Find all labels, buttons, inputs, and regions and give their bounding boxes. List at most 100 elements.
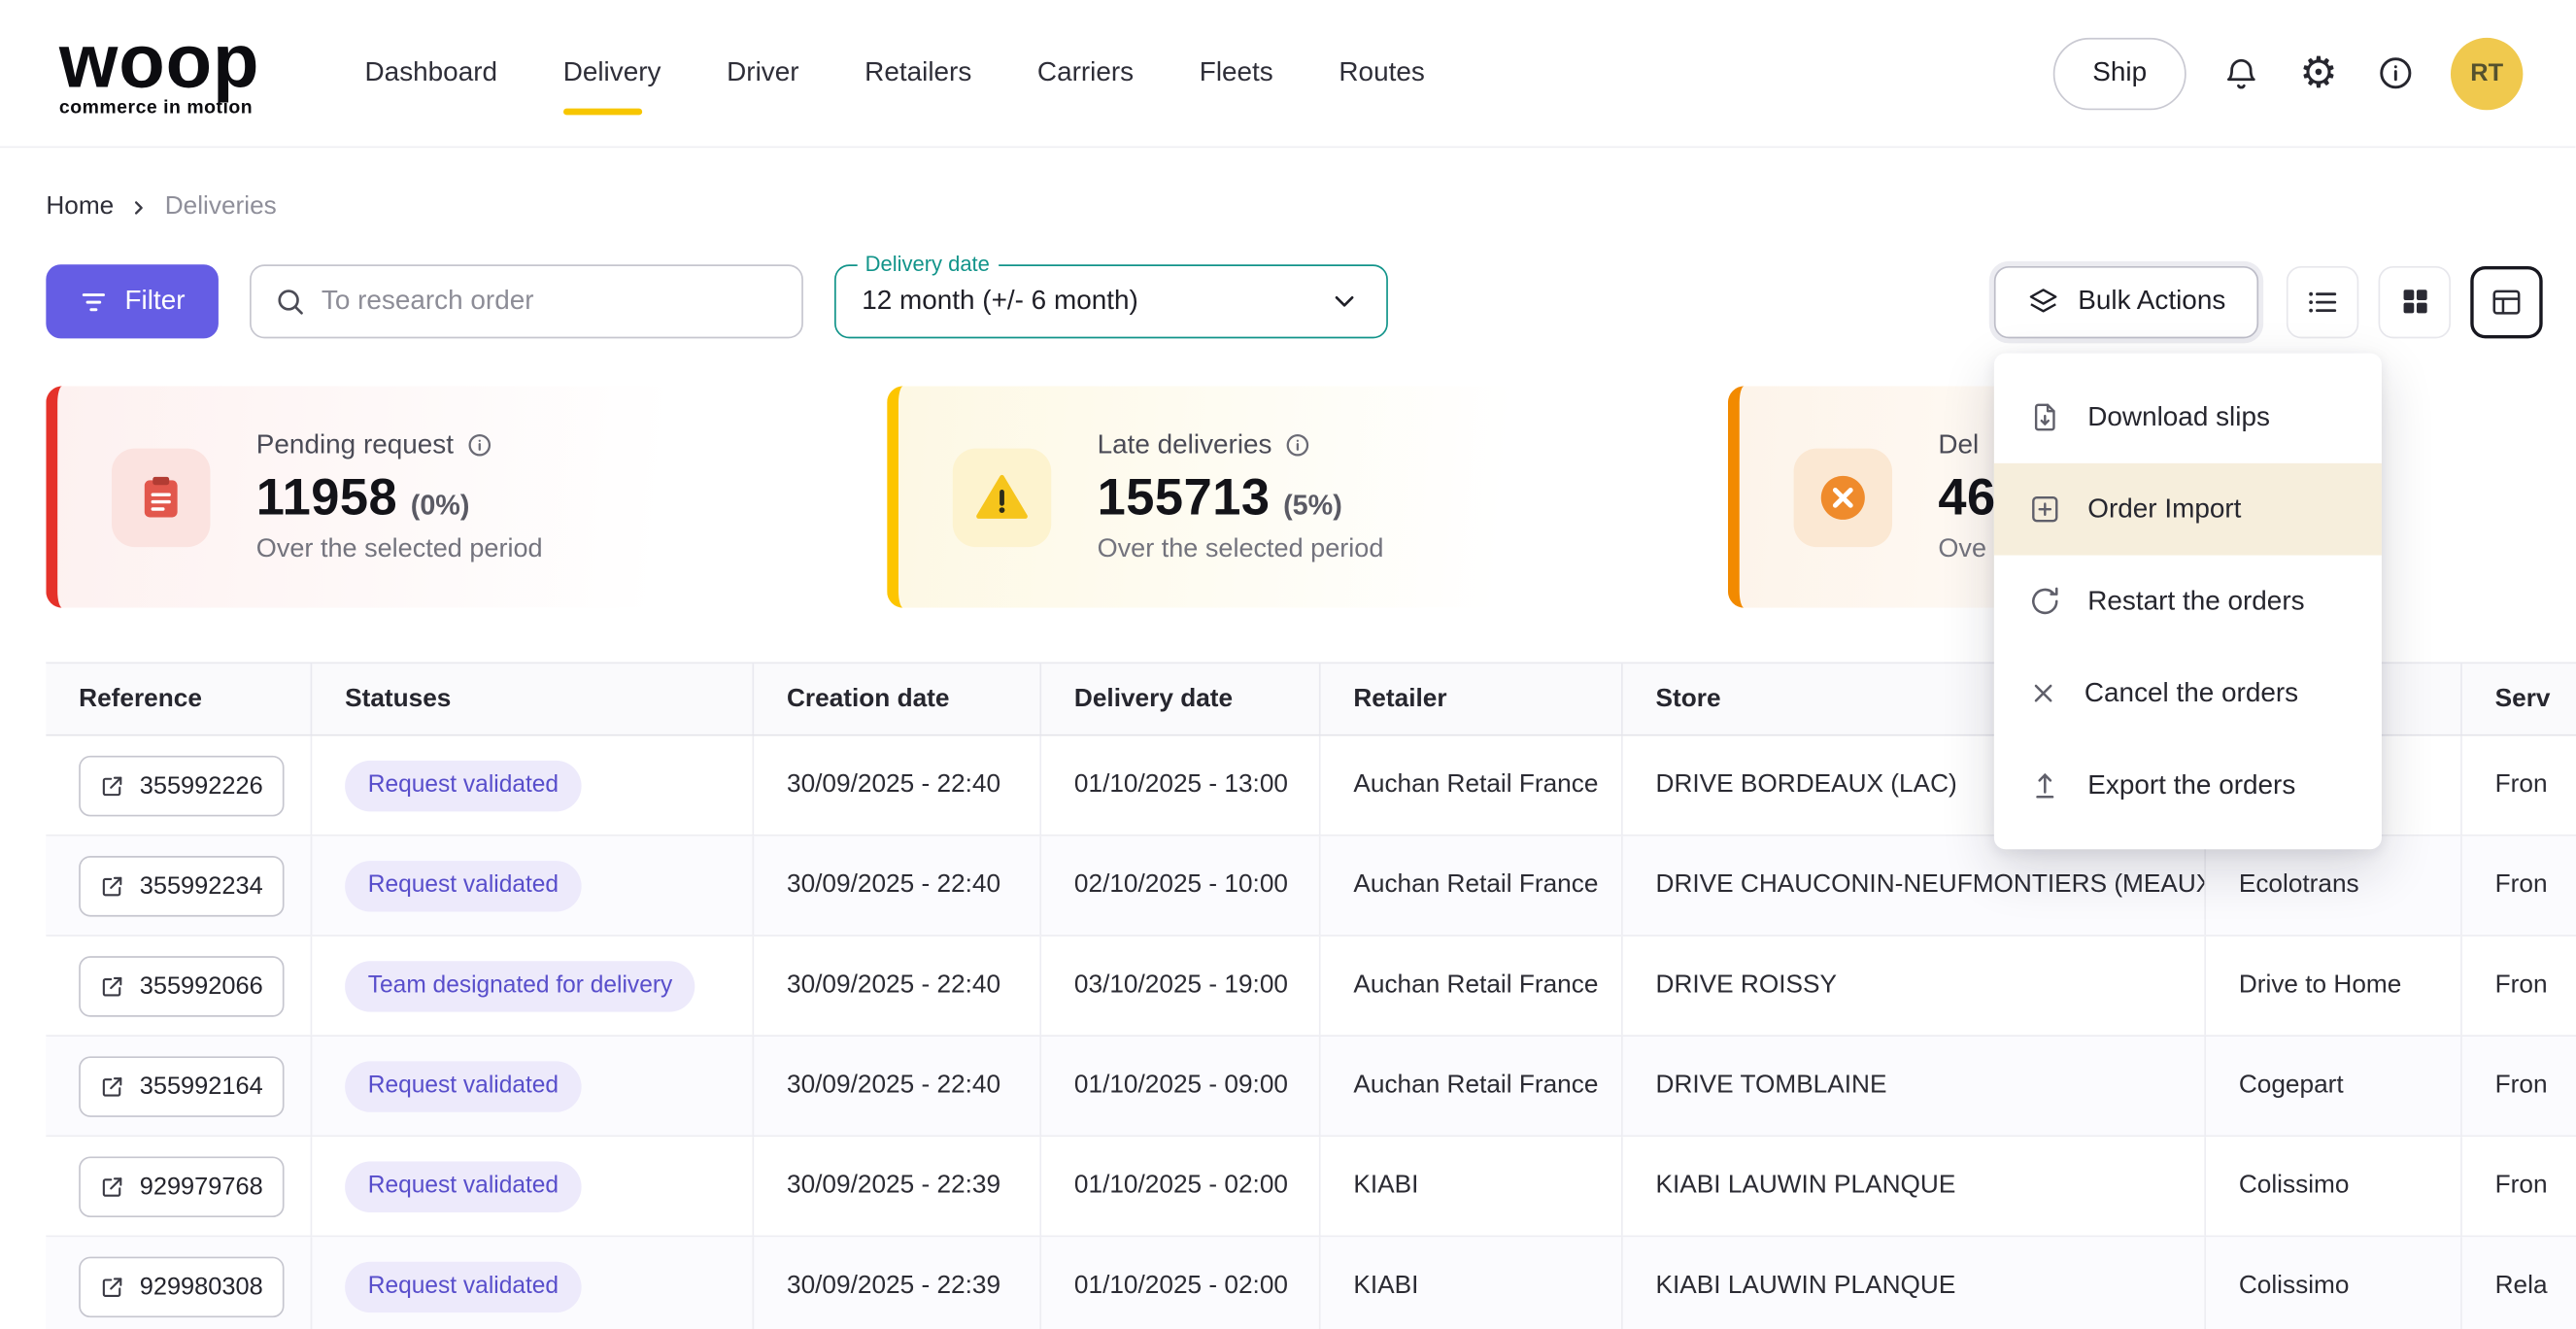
status-badge: Request validated	[345, 760, 582, 810]
store-cell: DRIVE ROISSY	[1623, 937, 2206, 1035]
main-nav: Dashboard Delivery Driver Retailers Carr…	[365, 57, 1425, 88]
table-view-button[interactable]	[2470, 265, 2542, 337]
delivery-date-select[interactable]: Delivery date 12 month (+/- 6 month)	[833, 264, 1387, 338]
nav-item-retailers[interactable]: Retailers	[864, 57, 971, 88]
info-icon[interactable]	[467, 432, 493, 459]
stat-percent: (0%)	[411, 489, 470, 522]
external-link-icon	[100, 1174, 124, 1198]
failed-icon	[1794, 448, 1892, 546]
creation-date-cell: 30/09/2025 - 22:39	[754, 1237, 1041, 1329]
top-bar: woop commerce in motion Dashboard Delive…	[0, 0, 2575, 148]
service-cell: Fron	[2462, 937, 2576, 1035]
service-cell: Fron	[2462, 1137, 2576, 1235]
table-row: 355992066 Team designated for delivery 3…	[46, 937, 2576, 1037]
search-box[interactable]	[249, 264, 802, 338]
app-root: woop commerce in motion Dashboard Delive…	[0, 0, 2575, 1329]
reference-link[interactable]: 355992066	[79, 955, 285, 1016]
nav-item-fleets[interactable]: Fleets	[1200, 57, 1273, 88]
nav-item-routes[interactable]: Routes	[1339, 57, 1424, 88]
status-cell: Request validated	[312, 1137, 754, 1235]
stat-title: Late deliveries	[1098, 429, 1272, 460]
breadcrumb-current: Deliveries	[165, 192, 277, 222]
store-cell: DRIVE CHAUCONIN-NEUFMONTIERS (MEAUX)	[1623, 836, 2206, 935]
nav-item-dashboard[interactable]: Dashboard	[365, 57, 498, 88]
col-header-delivery-date: Delivery date	[1041, 664, 1320, 734]
reference-cell: 355992066	[46, 937, 312, 1035]
breadcrumb-home[interactable]: Home	[46, 192, 114, 222]
stat-title: Pending request	[256, 429, 454, 460]
search-input[interactable]	[322, 286, 778, 317]
status-cell: Request validated	[312, 836, 754, 935]
ship-button[interactable]: Ship	[2053, 37, 2186, 109]
toolbar: Filter Delivery date 12 month (+/- 6 mon…	[46, 264, 2542, 338]
bulk-actions-button[interactable]: Bulk Actions	[1994, 265, 2258, 337]
reference-link[interactable]: 355992234	[79, 855, 285, 916]
menu-item-order-import[interactable]: Order Import	[1994, 463, 2382, 556]
menu-item-export-orders[interactable]: Export the orders	[1994, 739, 2382, 832]
pending-note-icon	[112, 448, 210, 546]
reference-link[interactable]: 355992226	[79, 755, 285, 816]
status-badge: Request validated	[345, 1261, 582, 1312]
filter-icon	[79, 287, 108, 316]
nav-item-delivery[interactable]: Delivery	[563, 57, 661, 88]
reference-cell: 355992164	[46, 1037, 312, 1135]
menu-item-label: Order Import	[2087, 494, 2241, 525]
menu-item-label: Export the orders	[2087, 769, 2295, 801]
notifications-bell-icon[interactable]	[2220, 51, 2264, 95]
filter-button[interactable]: Filter	[46, 264, 218, 338]
status-badge: Request validated	[345, 1161, 582, 1211]
woop-logo[interactable]: woop commerce in motion	[59, 27, 259, 119]
external-link-icon	[100, 1073, 124, 1098]
stat-value: 155713	[1098, 467, 1271, 527]
user-avatar[interactable]: RT	[2451, 37, 2523, 109]
stat-value: 11958	[256, 467, 397, 527]
retailer-cell: Auchan Retail France	[1321, 1037, 1623, 1135]
help-info-icon[interactable]	[2373, 51, 2418, 95]
stat-text: Pending request 11958 (0%) Over the sele…	[256, 429, 543, 564]
reference-cell: 355992234	[46, 836, 312, 935]
filter-button-label: Filter	[125, 286, 186, 317]
menu-item-label: Download slips	[2087, 401, 2270, 432]
breadcrumb: Home Deliveries	[0, 148, 2575, 222]
status-cell: Request validated	[312, 1237, 754, 1329]
external-link-icon	[100, 973, 124, 998]
export-icon	[2028, 768, 2061, 801]
chevron-right-icon	[129, 196, 151, 218]
reference-link[interactable]: 355992164	[79, 1055, 285, 1116]
reference-value: 355992066	[140, 971, 263, 1000]
status-cell: Request validated	[312, 1037, 754, 1135]
reference-cell: 929979768	[46, 1137, 312, 1235]
menu-item-cancel-orders[interactable]: Cancel the orders	[1994, 647, 2382, 739]
reference-value: 355992234	[140, 871, 263, 900]
nav-item-carriers[interactable]: Carriers	[1037, 57, 1134, 88]
settings-gear-icon[interactable]: ⚙	[2296, 51, 2341, 95]
nav-item-driver[interactable]: Driver	[727, 57, 798, 88]
menu-item-label: Cancel the orders	[2085, 678, 2298, 709]
status-badge: Request validated	[345, 860, 582, 910]
creation-date-cell: 30/09/2025 - 22:40	[754, 1037, 1041, 1135]
reference-link[interactable]: 929979768	[79, 1156, 285, 1217]
info-icon[interactable]	[1285, 432, 1311, 459]
stat-caption: Over the selected period	[256, 534, 543, 563]
store-cell: KIABI LAUWIN PLANQUE	[1623, 1237, 2206, 1329]
menu-item-download-slips[interactable]: Download slips	[1994, 371, 2382, 463]
store-cell: KIABI LAUWIN PLANQUE	[1623, 1137, 2206, 1235]
col-header-service: Serv	[2462, 664, 2576, 734]
list-view-button[interactable]	[2287, 265, 2358, 337]
reference-cell: 929980308	[46, 1237, 312, 1329]
logo-wordmark: woop	[59, 27, 259, 93]
store-cell: DRIVE TOMBLAINE	[1623, 1037, 2206, 1135]
reference-link[interactable]: 929980308	[79, 1256, 285, 1317]
external-link-icon	[100, 773, 124, 798]
reference-value: 355992226	[140, 771, 263, 800]
table-view-icon	[2491, 285, 2524, 318]
bulk-actions-menu: Download slips Order Import Restart the …	[1994, 354, 2382, 850]
toolbar-right: Bulk Actions	[1994, 265, 2543, 337]
status-cell: Request validated	[312, 736, 754, 835]
stat-percent: (5%)	[1283, 489, 1342, 522]
grid-view-button[interactable]	[2379, 265, 2451, 337]
retailer-cell: KIABI	[1321, 1237, 1623, 1329]
carrier-cell: Colissimo	[2206, 1137, 2462, 1235]
menu-item-restart-orders[interactable]: Restart the orders	[1994, 556, 2382, 648]
reference-value: 929979768	[140, 1173, 263, 1201]
